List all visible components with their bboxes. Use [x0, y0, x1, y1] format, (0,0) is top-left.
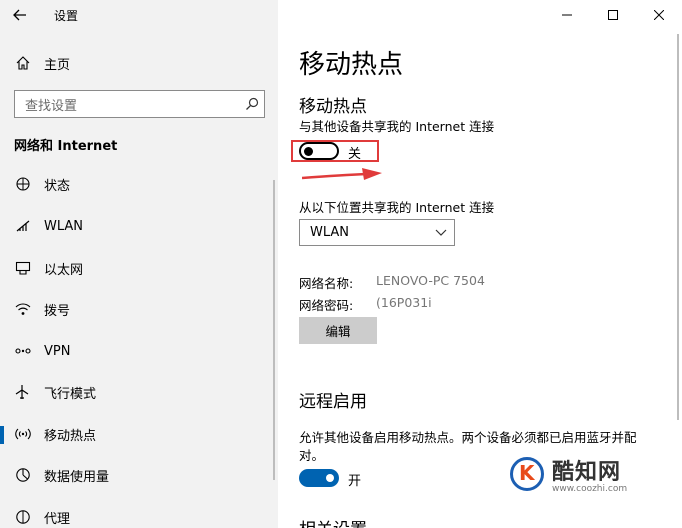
main-panel: 移动热点 移动热点 与其他设备共享我的 Internet 连接 关 从以下位置共…: [278, 0, 682, 528]
sidebar-item-hotspot[interactable]: 移动热点: [0, 419, 270, 449]
sidebar-item-label: WLAN: [44, 218, 84, 234]
network-name-label: 网络名称:: [299, 276, 354, 291]
hotspot-section-title: 移动热点: [299, 97, 367, 117]
sidebar: 设置 主页 查找设置 网络和 Internet 状态 WLAN 以太网 拨号 V…: [0, 0, 278, 528]
sidebar-scrollbar[interactable]: [273, 180, 275, 480]
section-title: 网络和 Internet: [14, 139, 118, 154]
sidebar-item-label: 以太网: [44, 262, 84, 278]
main-scrollbar[interactable]: [677, 34, 679, 420]
page-title: 移动热点: [299, 50, 404, 80]
sidebar-item-ethernet[interactable]: 以太网: [0, 253, 270, 283]
sidebar-item-label: VPN: [44, 343, 71, 359]
watermark-text: 酷知网 www.coozhi.com: [552, 454, 627, 494]
sidebar-item-label: 拨号: [44, 303, 71, 319]
ethernet-icon: [14, 261, 32, 275]
sidebar-item-label: 主页: [44, 57, 71, 73]
watermark-logo-glyph: K: [519, 461, 535, 485]
remote-section-title: 远程启用: [299, 392, 367, 412]
share-from-select[interactable]: WLAN: [299, 219, 455, 246]
search-icon[interactable]: [240, 97, 264, 111]
data-usage-icon: [14, 467, 32, 483]
watermark-brand: 酷知网: [552, 460, 622, 485]
wifi-icon: [14, 220, 32, 232]
watermark-url: www.coozhi.com: [552, 484, 628, 494]
sidebar-item-vpn[interactable]: VPN: [0, 336, 270, 366]
titlebar-left: 设置: [0, 0, 278, 30]
close-button[interactable]: [636, 0, 682, 28]
remote-toggle[interactable]: [299, 469, 339, 487]
back-button[interactable]: [8, 4, 32, 26]
sidebar-item-label: 飞行模式: [44, 386, 97, 402]
network-password-value: (16P031i: [376, 295, 432, 310]
sidebar-item-label: 状态: [44, 178, 71, 194]
app-title: 设置: [54, 9, 79, 23]
close-icon: [653, 5, 665, 24]
watermark-logo: K: [510, 457, 544, 491]
remote-toggle-label: 开: [348, 474, 362, 489]
window-controls: [544, 0, 682, 30]
vpn-icon: [14, 346, 32, 356]
sidebar-item-proxy[interactable]: 代理: [0, 502, 270, 528]
chevron-down-icon: [428, 229, 454, 237]
maximize-icon: [608, 5, 618, 24]
back-arrow-icon: [13, 6, 27, 25]
sidebar-item-label: 代理: [44, 511, 71, 527]
status-icon: [14, 176, 32, 192]
sidebar-item-wlan[interactable]: WLAN: [0, 211, 270, 241]
watermark: K 酷知网 www.coozhi.com: [510, 450, 670, 498]
network-password-label: 网络密码:: [299, 298, 354, 313]
toggle-knob: [326, 474, 334, 482]
related-settings-title: 相关设置: [299, 515, 367, 528]
sidebar-item-airplane[interactable]: 飞行模式: [0, 377, 270, 407]
share-from-value: WLAN: [310, 225, 350, 240]
proxy-icon: [14, 509, 32, 525]
hotspot-icon: [14, 427, 32, 441]
red-arrow-annotation: [301, 166, 384, 188]
minimize-icon: [562, 5, 572, 24]
hotspot-description: 与其他设备共享我的 Internet 连接: [299, 119, 495, 134]
hotspot-toggle-label: 关: [348, 147, 362, 162]
network-name-value: LENOVO-PC 7504: [376, 273, 485, 288]
maximize-button[interactable]: [590, 0, 636, 28]
sidebar-item-status[interactable]: 状态: [0, 169, 270, 199]
sidebar-item-label: 数据使用量: [44, 469, 110, 485]
search-placeholder: 查找设置: [25, 98, 78, 114]
edit-button[interactable]: 编辑: [299, 317, 377, 344]
selection-indicator: [0, 426, 4, 444]
search-input[interactable]: 查找设置: [14, 90, 265, 118]
sidebar-item-dialup[interactable]: 拨号: [0, 294, 270, 324]
home-icon: [14, 56, 32, 70]
share-from-label: 从以下位置共享我的 Internet 连接: [299, 200, 495, 215]
sidebar-item-data-usage[interactable]: 数据使用量: [0, 460, 270, 490]
dialup-icon: [14, 302, 32, 316]
minimize-button[interactable]: [544, 0, 590, 28]
airplane-icon: [14, 384, 32, 400]
hotspot-toggle[interactable]: [299, 142, 339, 160]
toggle-knob: [304, 147, 313, 156]
sidebar-item-label: 移动热点: [44, 428, 97, 444]
sidebar-item-home[interactable]: 主页: [0, 50, 278, 76]
